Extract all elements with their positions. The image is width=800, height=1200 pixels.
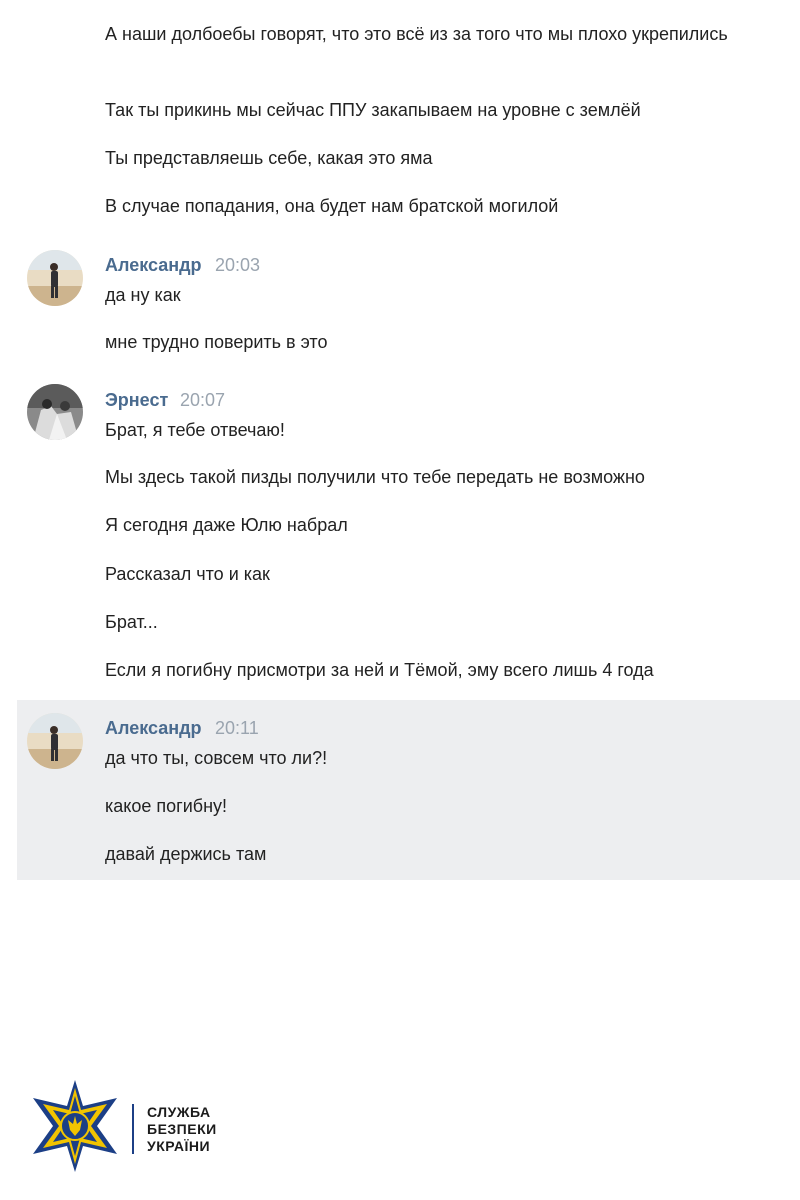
message-time[interactable]: 20:11 — [215, 718, 259, 739]
logo-text-line: УКРАЇНИ — [147, 1138, 211, 1154]
message-text: Рассказал что и как — [105, 564, 270, 584]
logo-divider — [132, 1104, 134, 1154]
message-text: да что ты, совсем что ли?! — [105, 748, 328, 768]
message-text: Мы здесь такой пизды получили что тебе п… — [105, 467, 645, 487]
message-text: А наши долбоебы говорят, что это всё из … — [105, 24, 728, 44]
avatar[interactable] — [27, 384, 83, 440]
message-text: Брат, я тебе отвечаю! — [105, 420, 285, 440]
message-text: мне трудно поверить в это — [105, 332, 328, 352]
sbu-emblem-logo — [27, 1078, 123, 1174]
message-time[interactable]: 20:03 — [215, 255, 260, 276]
message-text: Брат... — [105, 612, 158, 632]
logo-text-line: БЕЗПЕКИ — [147, 1121, 217, 1137]
message-text: Ты представляешь себе, какая это яма — [105, 148, 433, 168]
avatar-photo-icon — [27, 713, 83, 769]
logo-text-line: СЛУЖБА — [147, 1104, 211, 1120]
avatar-photo-icon — [27, 384, 83, 440]
message-time[interactable]: 20:07 — [180, 390, 225, 411]
author-name[interactable]: Александр — [105, 255, 202, 276]
author-name[interactable]: Эрнест — [105, 390, 168, 411]
message-text: Я сегодня даже Юлю набрал — [105, 515, 348, 535]
message-text: какое погибну! — [105, 796, 228, 816]
message-text: Так ты прикинь мы сейчас ППУ закапываем … — [105, 100, 641, 120]
avatar[interactable] — [27, 713, 83, 769]
message-text: давай держись там — [105, 844, 267, 864]
author-name[interactable]: Александр — [105, 718, 202, 739]
message-text: да ну как — [105, 285, 181, 305]
shield-cross-icon — [33, 1080, 117, 1172]
message-text: В случае попадания, она будет нам братск… — [105, 196, 559, 216]
message-text: Если я погибну присмотри за ней и Тёмой,… — [105, 660, 654, 680]
avatar-photo-icon — [27, 250, 83, 306]
avatar[interactable] — [27, 250, 83, 306]
